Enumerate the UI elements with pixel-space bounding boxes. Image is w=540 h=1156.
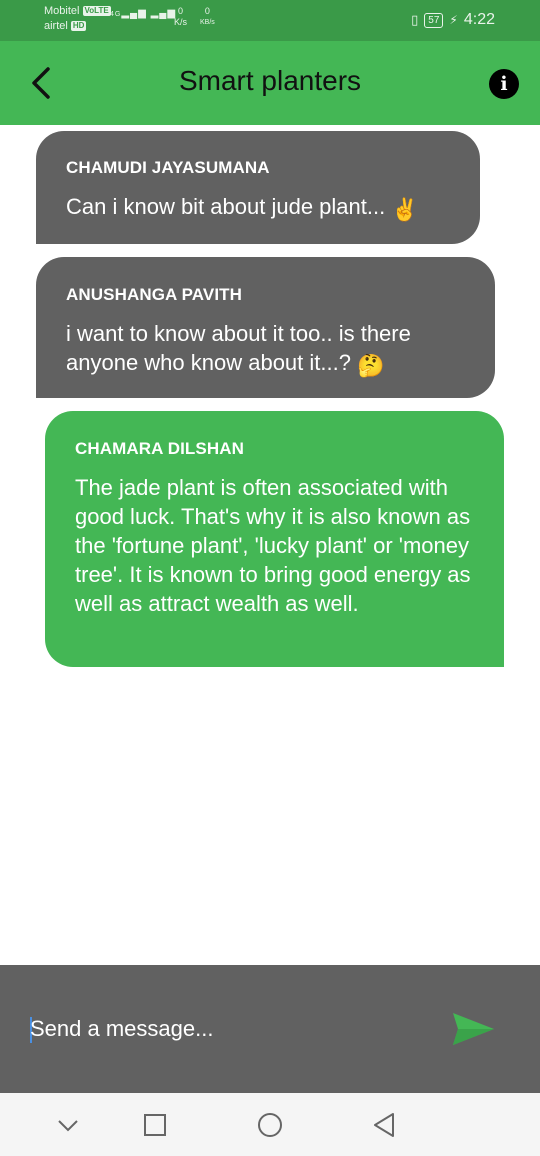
message-bubble: CHAMUDI JAYASUMANA Can i know bit about … — [36, 131, 480, 244]
message-text: The jade plant is often associated with … — [75, 475, 471, 616]
circle-icon — [258, 1113, 282, 1137]
square-icon — [144, 1114, 166, 1136]
info-button[interactable]: i — [489, 69, 519, 99]
nav-home-button[interactable] — [255, 1111, 285, 1139]
network-speed: 0 K/s — [174, 6, 187, 28]
speed-value: 0 — [178, 6, 184, 16]
message-composer: Send a message... — [0, 965, 540, 1093]
speed2-unit: KB/s — [200, 19, 215, 26]
send-button[interactable] — [450, 1009, 496, 1049]
victory-emoji-icon: ✌️ — [391, 197, 419, 222]
message-bubble-own: CHAMARA DILSHAN The jade plant is often … — [45, 411, 504, 667]
message-text-wrapper: Can i know bit about jude plant... ✌️ — [66, 192, 450, 224]
battery-icon: 57 — [424, 12, 444, 28]
vibrate-icon: ▯ — [411, 12, 419, 27]
nav-back-button[interactable] — [370, 1111, 400, 1139]
carrier2-name: airtel — [44, 20, 68, 32]
speed-unit: K/s — [174, 17, 188, 27]
message-text-wrapper: i want to know about it too.. is there a… — [66, 319, 465, 380]
send-icon — [453, 1013, 494, 1045]
network-speed-2: 0 KB/s — [200, 6, 215, 28]
system-nav-bar — [0, 1093, 540, 1156]
charging-icon: ⚡ — [449, 13, 458, 27]
speed2-value: 0 — [204, 6, 210, 16]
thinking-emoji-icon: 🤔 — [357, 353, 385, 378]
hd-badge: HD — [70, 21, 87, 32]
carrier1-name: Mobitel — [44, 5, 80, 17]
message-sender: CHAMARA DILSHAN — [75, 439, 244, 458]
nav-collapse-button[interactable] — [53, 1111, 83, 1139]
nav-recents-button[interactable] — [140, 1111, 170, 1139]
network-type: 4G — [110, 11, 122, 18]
page-title: Smart planters — [178, 65, 362, 96]
status-bar: Mobitel VoLTE airtel HD 4G▂▄▆ ▂▄▆ 0 K/s … — [0, 0, 540, 41]
message-sender: ANUSHANGA PAVITH — [66, 285, 243, 304]
carrier-info: Mobitel VoLTE airtel HD — [44, 4, 111, 34]
app-bar: Smart planters i — [0, 41, 540, 125]
triangle-back-icon — [374, 1113, 394, 1137]
message-bubble: ANUSHANGA PAVITH i want to know about it… — [36, 257, 495, 398]
info-icon: i — [500, 73, 508, 95]
message-sender: CHAMUDI JAYASUMANA — [66, 158, 270, 177]
clock: 4:22 — [463, 11, 495, 28]
volte-badge: VoLTE — [82, 6, 111, 17]
message-text: Can i know bit about jude plant... — [66, 194, 386, 219]
chevron-down-icon — [58, 1120, 78, 1132]
signal-icon: 4G▂▄▆ ▂▄▆ — [110, 8, 177, 19]
message-input[interactable]: Send a message... — [30, 1012, 430, 1046]
status-right: ▯ 57 ⚡ 4:22 — [411, 11, 495, 29]
